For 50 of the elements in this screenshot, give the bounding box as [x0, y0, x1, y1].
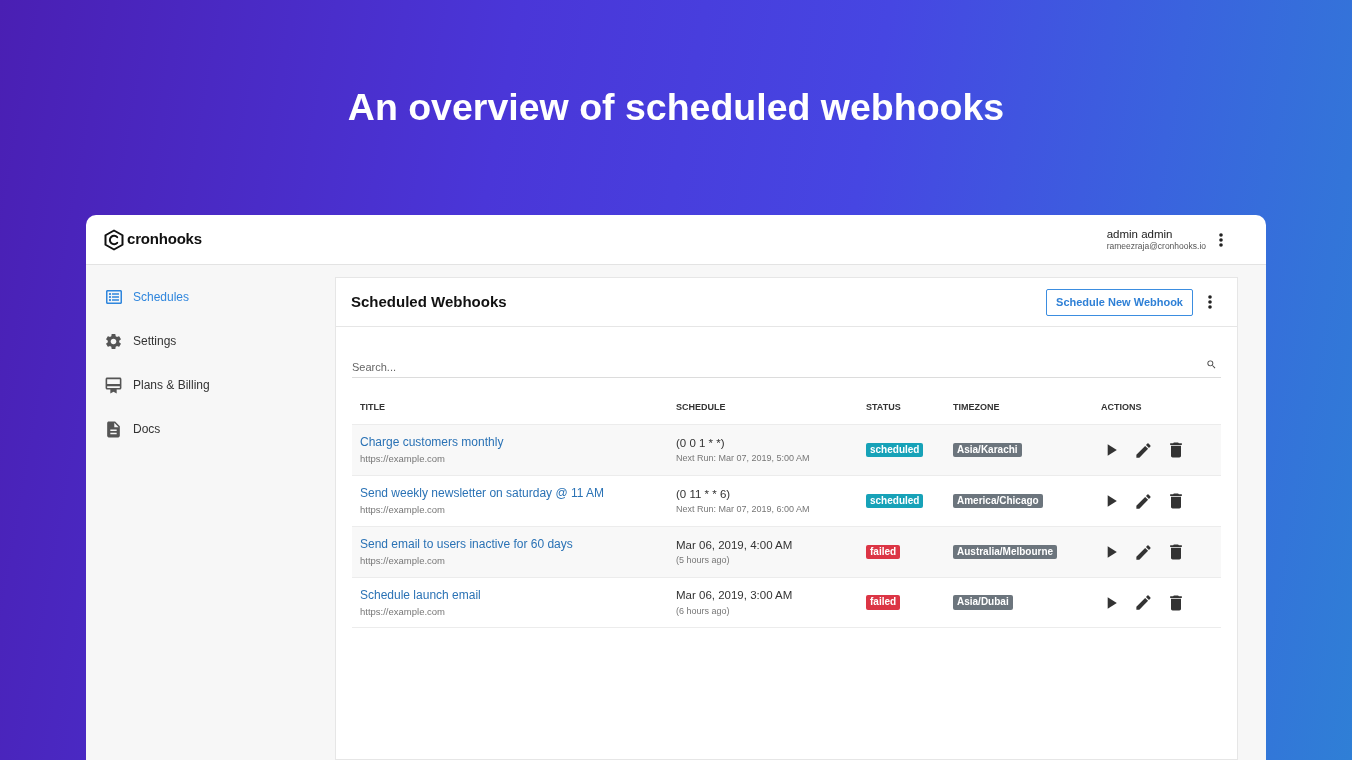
webhook-title-link[interactable]: Charge customers monthly [360, 435, 668, 451]
hexagon-logo-icon [104, 228, 124, 251]
edit-button[interactable] [1134, 593, 1153, 612]
gear-icon [104, 331, 123, 351]
search-field[interactable]: Search... [352, 357, 1221, 378]
panel-title: Scheduled Webhooks [351, 291, 507, 312]
timezone-badge: America/Chicago [953, 493, 1043, 509]
schedule-text: Mar 06, 2019, 3:00 AM [676, 588, 794, 603]
list-icon [105, 289, 122, 305]
ribbon-card-icon [104, 375, 123, 395]
page-headline: An overview of scheduled webhooks [347, 88, 1005, 127]
timezone-badge: Asia/Karachi [953, 442, 1022, 458]
webhook-url: https://example.com [360, 504, 446, 516]
schedule-detail: (5 hours ago) [676, 555, 731, 567]
more-vertical-icon [1208, 295, 1212, 309]
more-vertical-icon [1219, 232, 1223, 247]
search-icon [1206, 359, 1217, 370]
pencil-icon [1134, 593, 1153, 612]
user-email: rameezraja@cronhooks.io [1106, 241, 1206, 252]
timezone-badge: Asia/Dubai [953, 595, 1013, 610]
webhook-title-link[interactable]: Send weekly newsletter on saturday @ 11 AM [360, 486, 668, 502]
webhook-title-link[interactable]: Send email to users inactive for 60 days [360, 537, 668, 553]
schedule-detail: Next Run: Mar 07, 2019, 5:00 AM [676, 453, 811, 465]
user-name: admin admin [1106, 227, 1174, 242]
schedule-text: Mar 06, 2019, 4:00 AM [676, 537, 794, 553]
sidebar-item[interactable]: Plans & Billing [104, 363, 316, 407]
column-header: STATUS [865, 401, 902, 415]
timezone-badge: Australia/Melbourne [953, 544, 1058, 560]
schedule-text: (0 11 * * 6) [676, 486, 732, 502]
schedule-detail: Next Run: Mar 07, 2019, 6:00 AM [676, 504, 811, 516]
column-header: TITLE [359, 401, 386, 415]
status-badge: scheduled [866, 493, 924, 509]
status-badge: failed [866, 595, 901, 610]
sidebar-item[interactable]: Docs [104, 407, 316, 451]
schedule-text: (0 0 1 * *) [676, 435, 726, 451]
schedule-detail: (6 hours ago) [676, 605, 731, 617]
column-header: TIMEZONE [952, 401, 1001, 415]
document-icon [104, 419, 123, 439]
sidebar-item[interactable]: Settings [104, 319, 316, 363]
webhook-url: https://example.com [360, 453, 446, 465]
logo-wordmark: cronhooks [127, 229, 202, 250]
schedule-new-webhook-button[interactable]: Schedule New Webhook [1046, 288, 1193, 316]
column-header: ACTIONS [1100, 401, 1143, 415]
status-badge: failed [866, 544, 901, 560]
webhook-title-link[interactable]: Schedule launch email [360, 587, 668, 603]
webhook-url: https://example.com [360, 555, 446, 567]
status-badge: scheduled [866, 442, 924, 458]
sidebar-item[interactable]: Schedules [104, 275, 316, 319]
column-header: SCHEDULE [675, 401, 727, 415]
webhook-url: https://example.com [360, 605, 446, 618]
